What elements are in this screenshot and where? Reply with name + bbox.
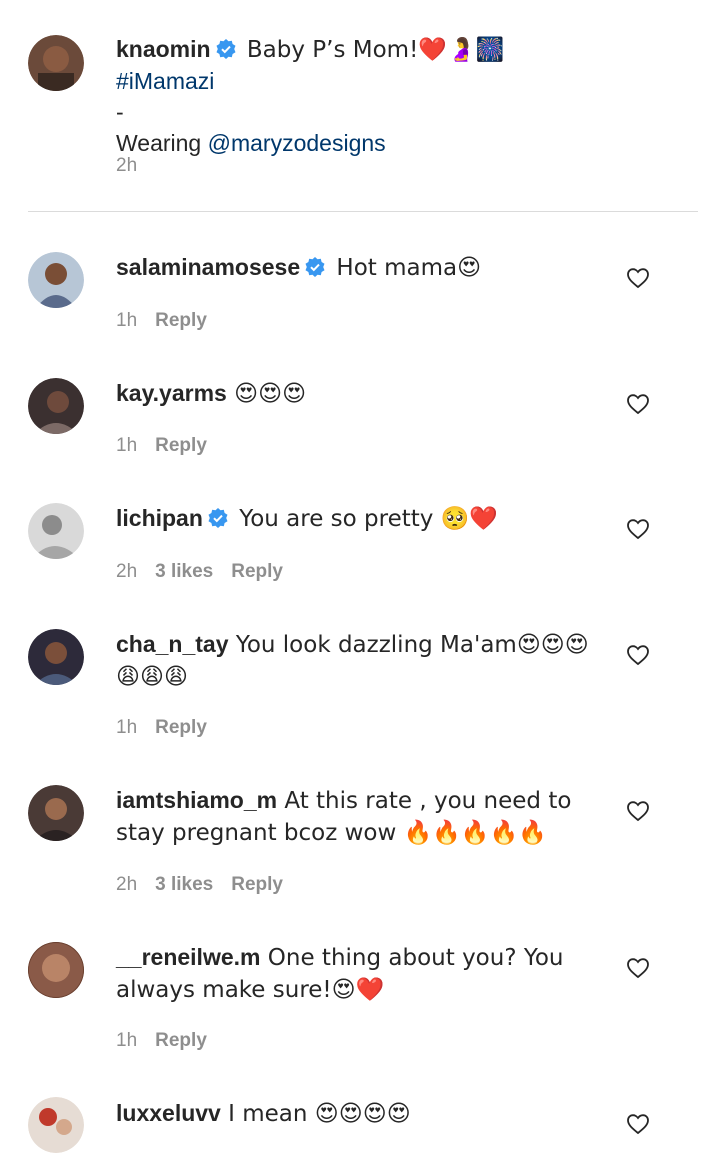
likes-count[interactable]: 3 likes bbox=[155, 561, 213, 582]
comment-text: cha_n_tay You look dazzling Ma'am😍😍😍 😩😩😩 bbox=[116, 629, 606, 693]
caption-line2: - bbox=[116, 99, 124, 125]
comment-text: iamtshiamo_m At this rate , you need to … bbox=[116, 785, 606, 849]
caption-hashtag[interactable]: #iMamazi bbox=[116, 68, 214, 94]
reply-button[interactable]: Reply bbox=[231, 561, 283, 582]
caption-username[interactable]: knaomin bbox=[116, 36, 211, 62]
comment-avatar[interactable] bbox=[28, 629, 84, 685]
caption-line1: Baby P’s Mom!❤️🤰🎆 bbox=[239, 37, 505, 63]
comment-username[interactable]: lichipan bbox=[116, 505, 203, 531]
comment-body: I mean 😍😍😍😍 bbox=[220, 1101, 411, 1127]
comment-username[interactable]: salaminamosese bbox=[116, 254, 300, 280]
caption-mention[interactable]: @maryzodesigns bbox=[208, 130, 386, 156]
comment-avatar[interactable] bbox=[28, 503, 84, 559]
verified-badge-icon bbox=[216, 39, 236, 59]
heart-outline-icon[interactable] bbox=[626, 392, 650, 416]
verified-badge-icon bbox=[305, 257, 325, 277]
comment-meta: 2h 3 likes Reply bbox=[116, 873, 283, 897]
heart-outline-icon[interactable] bbox=[626, 266, 650, 290]
comment-time: 2h bbox=[116, 874, 138, 895]
heart-outline-icon[interactable] bbox=[626, 517, 650, 541]
comment-avatar[interactable] bbox=[28, 785, 84, 841]
reply-button[interactable]: Reply bbox=[155, 1030, 207, 1051]
comment-meta: 1h Reply bbox=[116, 716, 207, 740]
comment-avatar[interactable] bbox=[28, 252, 84, 308]
comment-time: 1h bbox=[116, 717, 138, 738]
comment-body: You are so pretty 🥺❤️ bbox=[231, 506, 498, 532]
caption-text: knaomin Baby P’s Mom!❤️🤰🎆 #iMamazi - Wea… bbox=[116, 34, 606, 159]
comment-avatar[interactable] bbox=[28, 378, 84, 434]
heart-outline-icon[interactable] bbox=[626, 956, 650, 980]
divider bbox=[28, 211, 698, 212]
heart-outline-icon[interactable] bbox=[626, 799, 650, 823]
comment-username[interactable]: luxxeluvv bbox=[116, 1100, 221, 1126]
caption-meta: 2h bbox=[116, 154, 137, 178]
comment-time: 1h bbox=[116, 310, 138, 331]
reply-button[interactable]: Reply bbox=[155, 435, 207, 456]
comment-time: 2h bbox=[116, 561, 138, 582]
comment-avatar[interactable] bbox=[28, 1097, 84, 1153]
comment-text: kay.yarms 😍😍😍 bbox=[116, 378, 606, 410]
caption-line3-prefix: Wearing bbox=[116, 130, 208, 156]
caption-avatar[interactable] bbox=[28, 35, 84, 91]
comment-time: 1h bbox=[116, 435, 138, 456]
comment-body: 😍😍😍 bbox=[226, 381, 307, 407]
reply-button[interactable]: Reply bbox=[155, 310, 207, 331]
comment-time: 1h bbox=[116, 1030, 138, 1051]
comment-text: lichipan You are so pretty 🥺❤️ bbox=[116, 503, 606, 535]
heart-outline-icon[interactable] bbox=[626, 1112, 650, 1136]
comment-avatar[interactable] bbox=[28, 942, 84, 998]
comment-meta: 1h Reply bbox=[116, 434, 207, 458]
comment-username[interactable]: iamtshiamo_m bbox=[116, 787, 277, 813]
comment-text: luxxeluvv I mean 😍😍😍😍 bbox=[116, 1098, 606, 1130]
comment-meta: 2h 3 likes Reply bbox=[116, 560, 283, 584]
comment-text: salaminamosese Hot mama😍 bbox=[116, 252, 606, 284]
reply-button[interactable]: Reply bbox=[155, 717, 207, 738]
comment-username[interactable]: cha_n_tay bbox=[116, 631, 229, 657]
comment-body: Hot mama😍 bbox=[329, 255, 482, 281]
reply-button[interactable]: Reply bbox=[231, 874, 283, 895]
comment-meta: 1h Reply bbox=[116, 309, 207, 333]
caption-time: 2h bbox=[116, 155, 138, 176]
verified-badge-icon bbox=[208, 508, 228, 528]
heart-outline-icon[interactable] bbox=[626, 643, 650, 667]
comment-text: __reneilwe.m One thing about you? You al… bbox=[116, 942, 606, 1006]
likes-count[interactable]: 3 likes bbox=[155, 874, 213, 895]
comment-username[interactable]: __reneilwe.m bbox=[116, 944, 260, 970]
comment-meta: 1h Reply bbox=[116, 1029, 207, 1053]
comment-username[interactable]: kay.yarms bbox=[116, 380, 227, 406]
